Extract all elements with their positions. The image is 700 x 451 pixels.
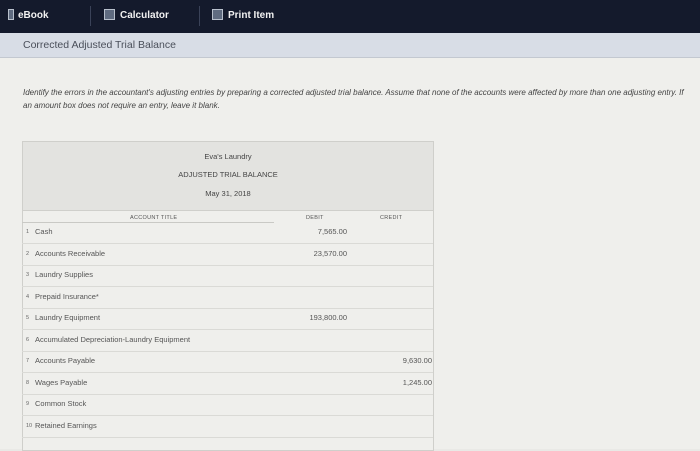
debit-amount-input[interactable]: 23,570.00 — [262, 249, 347, 258]
book-icon — [8, 9, 14, 20]
table-row: 3 Laundry Supplies — [22, 266, 688, 287]
row-number: 7 — [26, 358, 30, 364]
table-row: 7 Accounts Payable 9,630.00 — [22, 352, 688, 373]
account-title-header: ACCOUNT TITLE — [130, 215, 178, 221]
debit-underline — [283, 436, 358, 438]
row-number: 6 — [26, 336, 30, 343]
account-title-input[interactable]: Cash — [35, 227, 53, 236]
credit-amount-input[interactable]: 9,630.00 — [342, 356, 432, 365]
table-row: 9 Common Stock — [22, 395, 688, 416]
row-number: 1 — [26, 229, 30, 235]
table-row: 1 Cash 7,565.00 — [22, 223, 688, 244]
debit-amount-input[interactable]: 193,800.00 — [262, 313, 347, 322]
statement-date: May 31, 2018 — [205, 189, 251, 198]
table-row: 5 Laundry Equipment 193,800.00 — [22, 309, 688, 330]
account-title-input[interactable]: Laundry Supplies — [35, 270, 93, 279]
credit-underline — [358, 436, 433, 438]
tab-calculator[interactable]: Calculator — [104, 8, 169, 24]
print-icon — [212, 9, 223, 20]
row-number: 10 — [26, 422, 33, 429]
account-title-input[interactable]: Accounts Receivable — [35, 249, 105, 258]
row-divider — [22, 436, 292, 438]
table-row: 10 Retained Earnings — [22, 417, 688, 438]
table-row: 2 Accounts Receivable 23,570.00 — [22, 245, 688, 266]
table-row: 6 Accumulated Depreciation-Laundry Equipm… — [22, 331, 688, 352]
account-title-input[interactable]: Accounts Payable — [35, 356, 95, 365]
instructions-text: Identify the errors in the accountant's … — [23, 88, 684, 110]
calculator-icon — [104, 9, 115, 20]
page-title: Corrected Adjusted Trial Balance — [23, 39, 176, 51]
account-title-input[interactable]: Laundry Equipment — [35, 313, 100, 322]
credit-header: CREDIT — [380, 215, 403, 221]
table-row: 8 Wages Payable 1,245.00 — [22, 374, 688, 395]
row-number: 5 — [26, 315, 30, 321]
row-number: 9 — [26, 401, 30, 407]
account-title-input[interactable]: Retained Earnings — [35, 421, 97, 430]
row-number: 4 — [26, 293, 30, 300]
table-row: 4 Prepaid Insurance* — [22, 288, 688, 309]
tab-calculator-label: Calculator — [120, 10, 169, 21]
account-title-input[interactable]: Wages Payable — [35, 378, 87, 387]
account-title-input[interactable]: Common Stock — [35, 399, 86, 408]
tab-print-item[interactable]: Print Item — [212, 8, 274, 24]
debit-header: DEBIT — [306, 215, 324, 221]
row-number: 2 — [26, 250, 30, 257]
trial-balance-heading: Eva's Laundry ADJUSTED TRIAL BALANCE May… — [23, 142, 433, 211]
row-number: 8 — [26, 379, 30, 386]
tab-ebook[interactable]: eBook — [8, 8, 49, 24]
company-name: Eva's Laundry — [204, 152, 252, 161]
statement-title: ADJUSTED TRIAL BALANCE — [178, 170, 278, 179]
account-title-input[interactable]: Accumulated Depreciation-Laundry Equipme… — [35, 335, 190, 344]
debit-amount-input[interactable]: 7,565.00 — [262, 227, 347, 236]
row-number: 3 — [26, 272, 30, 278]
tab-divider — [90, 6, 91, 26]
credit-amount-input[interactable]: 1,245.00 — [342, 378, 432, 387]
top-toolbar: eBook Calculator Print Item — [0, 0, 700, 34]
tab-print-item-label: Print Item — [228, 10, 275, 21]
tab-divider — [199, 6, 200, 26]
account-title-input[interactable]: Prepaid Insurance* — [35, 292, 99, 301]
tab-ebook-label: eBook — [18, 10, 49, 21]
